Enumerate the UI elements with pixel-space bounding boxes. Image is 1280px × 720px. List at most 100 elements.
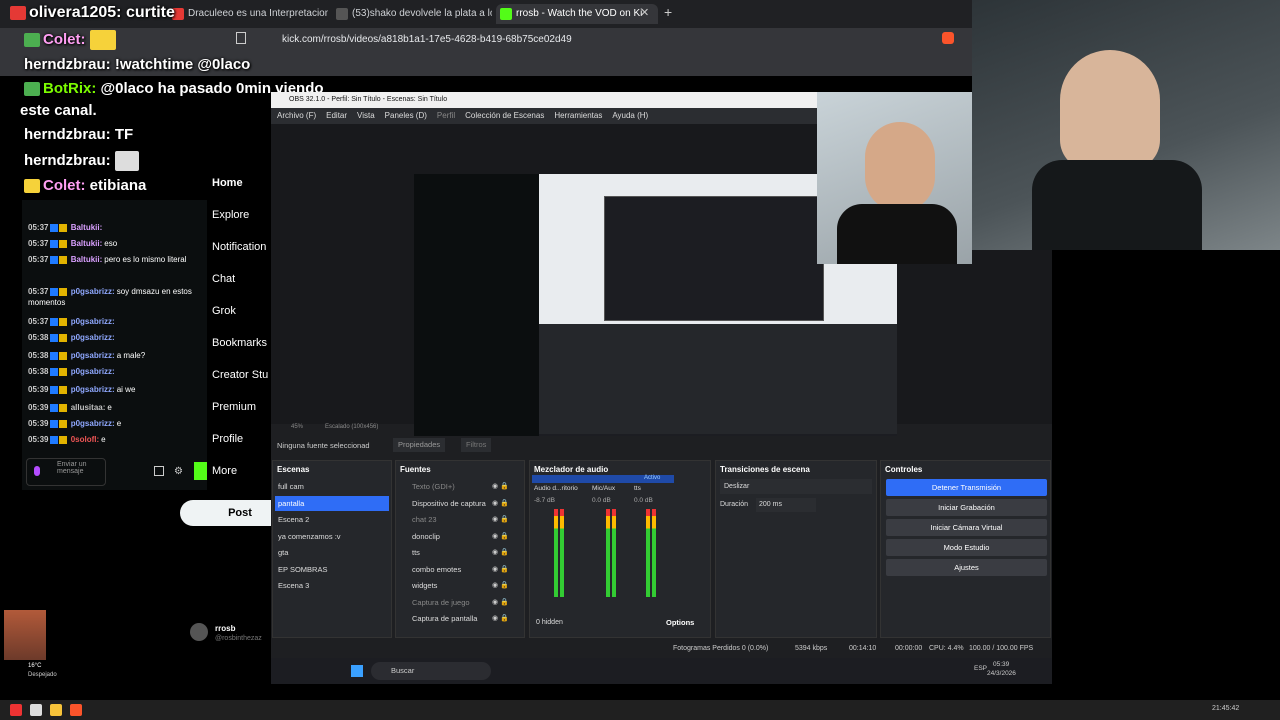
duration-input[interactable]: 200 ms bbox=[756, 498, 816, 512]
nav-item-bookmarks[interactable]: Bookmarks bbox=[212, 337, 267, 349]
tiktok-icon bbox=[336, 8, 348, 20]
scene-item[interactable]: Escena 3 bbox=[275, 578, 389, 593]
app-icon[interactable] bbox=[30, 704, 42, 716]
filters-button[interactable]: Filtros bbox=[461, 438, 492, 452]
windows-start-icon[interactable] bbox=[351, 665, 363, 677]
chat-username[interactable]: p0gsabrizz: bbox=[71, 287, 115, 296]
visibility-lock-icons[interactable]: ◉ 🔒 bbox=[492, 545, 509, 560]
scene-item[interactable]: full cam bbox=[275, 479, 389, 494]
mixer-db: 0.0 dB bbox=[592, 497, 611, 504]
start-recording-button[interactable]: Iniciar Grabación bbox=[886, 499, 1047, 516]
url-field[interactable]: kick.com/rrosb/videos/a818b1a1-17e5-4628… bbox=[258, 31, 898, 49]
badge-icon bbox=[59, 419, 68, 428]
taskbar-search[interactable]: Buscar bbox=[371, 662, 491, 680]
visibility-lock-icons[interactable]: ◉ 🔒 bbox=[492, 479, 509, 494]
taskbar-time[interactable]: 05:39 bbox=[993, 661, 1009, 668]
menu-archivo[interactable]: Archivo (F) bbox=[277, 111, 316, 120]
nav-item-grok[interactable]: Grok bbox=[212, 305, 236, 317]
send-button[interactable] bbox=[194, 462, 208, 480]
audio-mixer-dock: Mezclador de audio Activo Audio d...rito… bbox=[529, 460, 711, 638]
chat-username[interactable]: 0solofl: bbox=[71, 435, 99, 444]
scene-item[interactable]: ya comenzamos :v bbox=[275, 529, 389, 544]
scene-item[interactable]: gta bbox=[275, 545, 389, 560]
nav-item-premium[interactable]: Premium bbox=[212, 401, 256, 413]
x-sidebar-nav: Home Explore Notification Chat Grok Bookmarks… bbox=[207, 165, 277, 495]
taskbar-date[interactable]: 24/3/2026 bbox=[987, 670, 1016, 677]
mixer-active-label: Activo bbox=[644, 475, 661, 481]
scene-item[interactable]: pantalla bbox=[275, 495, 389, 511]
badge-icon bbox=[59, 333, 68, 342]
nav-item-home[interactable]: Home bbox=[212, 177, 243, 189]
keyboard-lang[interactable]: ESP bbox=[974, 665, 987, 672]
overlay-chat-line: herndzbrau: bbox=[24, 151, 142, 171]
nav-item-notification[interactable]: Notification bbox=[212, 241, 266, 253]
bookmark-icon[interactable] bbox=[236, 32, 246, 44]
chat-username[interactable]: Baltukii: bbox=[71, 255, 103, 264]
menu-paneles[interactable]: Paneles (D) bbox=[385, 111, 427, 120]
menu-herramientas[interactable]: Herramientas bbox=[554, 111, 602, 120]
scene-item[interactable]: Escena 2 bbox=[275, 512, 389, 527]
app-icon[interactable] bbox=[10, 704, 22, 716]
settings-icon[interactable]: ⚙ bbox=[174, 466, 183, 477]
menu-coleccion[interactable]: Colección de Escenas bbox=[465, 111, 544, 120]
badge-icon bbox=[50, 255, 59, 264]
chat-username[interactable]: p0gsabrizz: bbox=[71, 385, 115, 394]
browser-tab[interactable]: (53)shako devolvele la plata a los pib bbox=[332, 4, 492, 24]
chat-username[interactable]: p0gsabrizz: bbox=[71, 351, 115, 360]
visibility-lock-icons[interactable]: ◉ 🔒 bbox=[492, 611, 509, 626]
nav-item-chat[interactable]: Chat bbox=[212, 273, 235, 285]
scenes-title: Escenas bbox=[277, 465, 310, 474]
obs-status-bar: Fotogramas Perdidos 0 (0.0%) 5394 kbps 0… bbox=[271, 639, 1052, 658]
scene-item[interactable]: EP SOMBRAS bbox=[275, 562, 389, 577]
browser-tab-active[interactable]: rrosb - Watch the VOD on Ki bbox=[496, 4, 658, 24]
transition-select[interactable]: Deslizar bbox=[720, 479, 872, 494]
visibility-lock-icons[interactable]: ◉ 🔒 bbox=[492, 578, 509, 593]
folder-icon[interactable] bbox=[50, 704, 62, 716]
nav-item-more[interactable]: More bbox=[212, 465, 237, 477]
chat-username[interactable]: p0gsabrizz: bbox=[71, 333, 115, 342]
nav-item-creator-stu[interactable]: Creator Stu bbox=[212, 369, 268, 381]
cpu-usage: CPU: 4.4% bbox=[929, 645, 964, 652]
browser-tab[interactable]: Draculeeo es una Interpretacion !! - Y bbox=[168, 4, 328, 24]
gift-icon[interactable] bbox=[154, 466, 164, 476]
bitrate: 5394 kbps bbox=[795, 645, 828, 652]
level-meter bbox=[646, 509, 650, 597]
scale-label[interactable]: Escalado (100x456) bbox=[325, 424, 378, 430]
chat-text: eso bbox=[104, 239, 118, 248]
visibility-lock-icons[interactable]: ◉ 🔒 bbox=[492, 562, 509, 577]
dropped-frames: Fotogramas Perdidos 0 (0.0%) bbox=[673, 645, 769, 652]
menu-perfil[interactable]: Perfil bbox=[437, 111, 455, 120]
start-virtual-cam-button[interactable]: Iniciar Cámara Virtual bbox=[886, 519, 1047, 536]
controls-dock: Controles Detener Transmisión Iniciar Gr… bbox=[880, 460, 1051, 638]
visibility-lock-icons[interactable]: ◉ 🔒 bbox=[492, 529, 509, 544]
settings-button[interactable]: Ajustes bbox=[886, 559, 1047, 576]
brave-icon[interactable] bbox=[942, 32, 954, 44]
chat-username[interactable]: p0gsabrizz: bbox=[71, 367, 115, 376]
chat-username[interactable]: Baltukii: bbox=[71, 223, 103, 232]
menu-ayuda[interactable]: Ayuda (H) bbox=[612, 111, 648, 120]
chat-username[interactable]: p0gsabrizz: bbox=[71, 419, 115, 428]
visibility-lock-icons[interactable]: ◉ 🔒 bbox=[492, 512, 509, 527]
close-tab-icon[interactable]: ✕ bbox=[640, 6, 649, 19]
mixer-options-button[interactable]: Options bbox=[666, 618, 694, 627]
avatar[interactable] bbox=[190, 623, 208, 641]
menu-vista[interactable]: Vista bbox=[357, 111, 375, 120]
menu-editar[interactable]: Editar bbox=[326, 111, 347, 120]
visibility-lock-icons[interactable]: ◉ 🔒 bbox=[492, 595, 509, 610]
nav-item-explore[interactable]: Explore bbox=[212, 209, 249, 221]
nav-item-profile[interactable]: Profile bbox=[212, 433, 243, 445]
stop-streaming-button[interactable]: Detener Transmisión bbox=[886, 479, 1047, 496]
properties-button[interactable]: Propiedades bbox=[393, 438, 446, 452]
face bbox=[865, 122, 935, 212]
emote-icon bbox=[24, 179, 40, 194]
mixer-channel: Mic/Aux bbox=[592, 485, 616, 492]
badge-icon bbox=[50, 287, 59, 296]
mic-icon[interactable] bbox=[34, 466, 40, 476]
chat-username[interactable]: p0gsabrizz: bbox=[71, 317, 115, 326]
studio-mode-button[interactable]: Modo Estudio bbox=[886, 539, 1047, 556]
chat-username[interactable]: Baltukii: bbox=[71, 239, 103, 248]
brave-icon[interactable] bbox=[70, 704, 82, 716]
chat-username[interactable]: allusitaa: bbox=[71, 403, 106, 412]
visibility-lock-icons[interactable]: ◉ 🔒 bbox=[492, 496, 509, 511]
new-tab-button[interactable]: + bbox=[664, 4, 672, 20]
